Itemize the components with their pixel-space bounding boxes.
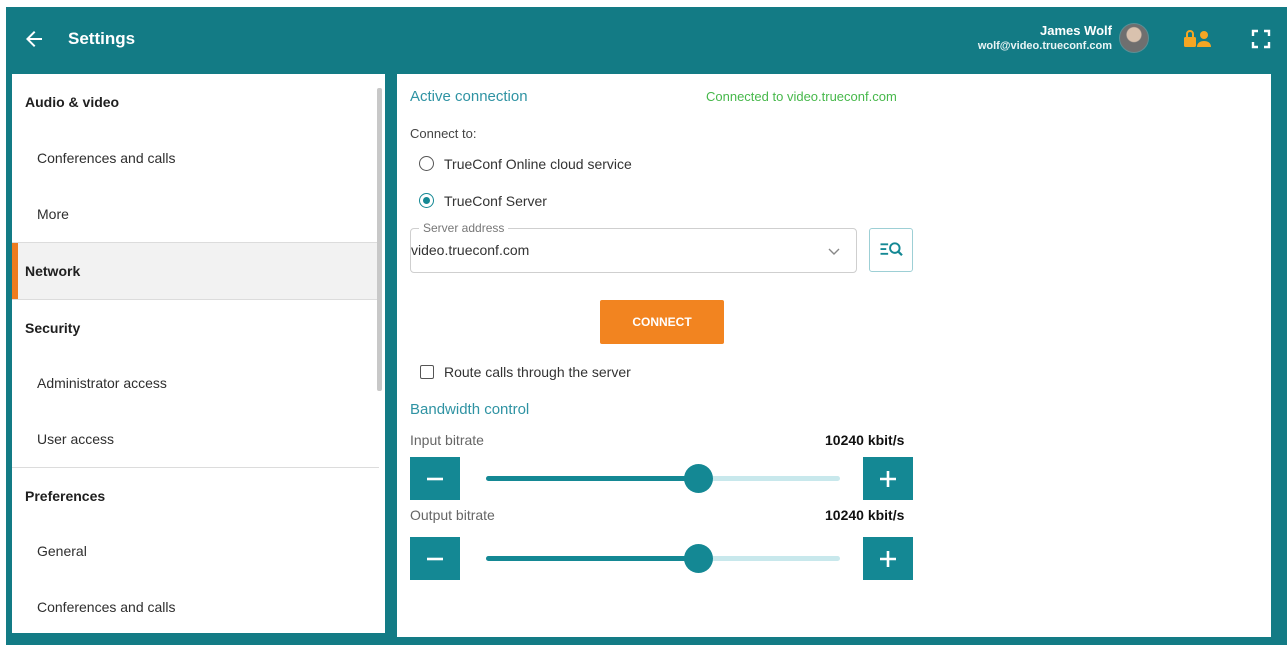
trueconf-server-radio[interactable] <box>419 193 434 208</box>
connect-to-label: Connect to: <box>410 126 477 141</box>
plus-icon <box>880 551 896 567</box>
user-email: wolf@video.trueconf.com <box>977 40 1112 52</box>
output-bitrate-slider-thumb[interactable] <box>683 544 713 573</box>
sidebar-item-security[interactable]: Security <box>12 300 379 356</box>
sidebar-item-preferences[interactable]: Preferences <box>12 468 379 524</box>
input-bitrate-slider[interactable] <box>486 476 840 481</box>
server-address-field[interactable]: Server address video.trueconf.com <box>410 221 857 273</box>
input-bitrate-label: Input bitrate <box>410 432 484 448</box>
cloud-service-label[interactable]: TrueConf Online cloud service <box>444 156 632 172</box>
trueconf-server-label[interactable]: TrueConf Server <box>444 193 547 209</box>
input-bitrate-slider-fill <box>486 476 699 481</box>
route-calls-label[interactable]: Route calls through the server <box>444 364 631 380</box>
input-bitrate-value: 10240 kbit/s <box>825 432 905 448</box>
sidebar-item-network[interactable]: Network <box>12 243 379 299</box>
minus-icon <box>427 477 443 481</box>
user-name: James Wolf <box>1039 23 1112 38</box>
output-bitrate-slider-fill <box>486 556 699 561</box>
search-list-icon <box>880 242 903 257</box>
sidebar-item-more[interactable]: More <box>12 186 379 242</box>
chevron-down-icon[interactable] <box>828 245 840 257</box>
input-bitrate-slider-thumb[interactable] <box>683 464 713 493</box>
route-calls-checkbox[interactable] <box>420 365 434 379</box>
network-settings-panel: Active connection Connected to video.tru… <box>397 74 1271 637</box>
avatar[interactable] <box>1119 23 1149 53</box>
settings-sidebar: Audio & video Conferences and calls More… <box>12 74 385 633</box>
server-address-label: Server address <box>419 221 509 235</box>
sidebar-scrollbar[interactable] <box>377 88 382 391</box>
output-bitrate-slider[interactable] <box>486 556 840 561</box>
input-bitrate-decrease-button[interactable] <box>410 457 460 500</box>
server-search-button[interactable] <box>869 228 913 272</box>
back-arrow-icon[interactable] <box>22 27 46 51</box>
connect-button[interactable]: CONNECT <box>600 300 724 344</box>
server-address-input[interactable]: video.trueconf.com <box>411 242 529 258</box>
active-connection-title: Active connection <box>410 88 528 105</box>
output-bitrate-label: Output bitrate <box>410 507 495 523</box>
sidebar-item-preferences-conferences-calls[interactable]: Conferences and calls <box>12 579 379 633</box>
input-bitrate-increase-button[interactable] <box>863 457 913 500</box>
cloud-service-radio[interactable] <box>419 156 434 171</box>
bandwidth-control-title: Bandwidth control <box>410 401 530 418</box>
sidebar-item-administrator-access[interactable]: Administrator access <box>12 355 379 411</box>
output-bitrate-decrease-button[interactable] <box>410 537 460 580</box>
top-bar: Settings James Wolf wolf@video.trueconf.… <box>6 7 1287 73</box>
minus-icon <box>427 557 443 561</box>
output-bitrate-value: 10240 kbit/s <box>825 507 905 523</box>
sidebar-item-user-access[interactable]: User access <box>12 411 379 467</box>
lock-user-icon[interactable] <box>1182 27 1214 51</box>
page-title: Settings <box>68 29 136 48</box>
sidebar-item-conferences-calls[interactable]: Conferences and calls <box>12 130 379 186</box>
fullscreen-icon[interactable] <box>1251 29 1271 49</box>
sidebar-item-audio-video[interactable]: Audio & video <box>12 74 379 130</box>
output-bitrate-increase-button[interactable] <box>863 537 913 580</box>
sidebar-item-general[interactable]: General <box>12 523 379 579</box>
plus-icon <box>880 471 896 487</box>
connection-status: Connected to video.trueconf.com <box>706 89 897 104</box>
